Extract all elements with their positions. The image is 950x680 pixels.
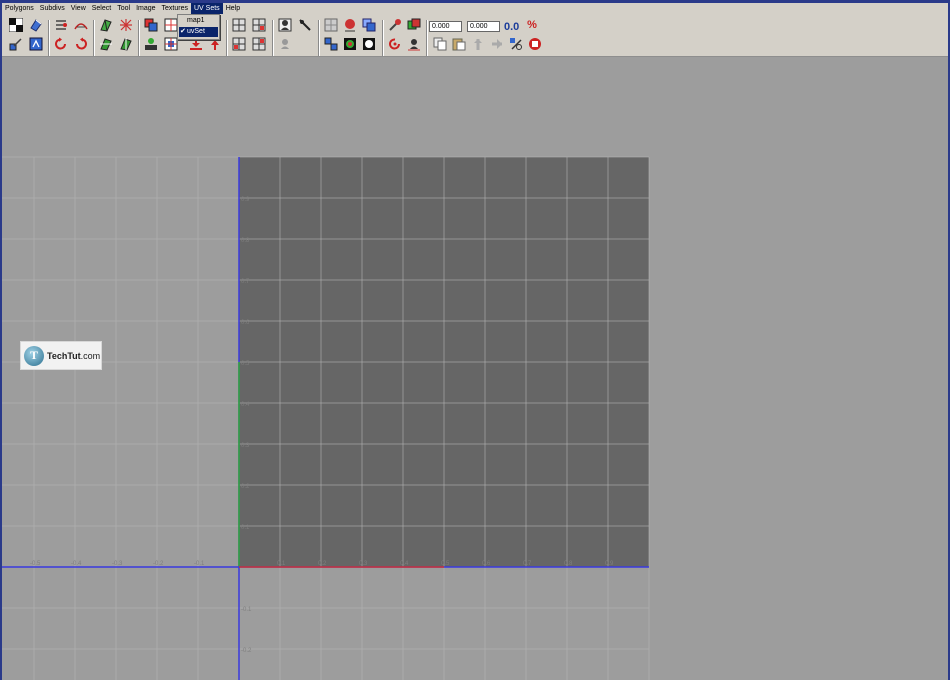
u-tick-label: -0.4 <box>71 561 82 567</box>
toolbar-separator <box>426 20 428 56</box>
layout-icon[interactable] <box>118 17 134 33</box>
grid-icon[interactable] <box>231 17 247 33</box>
cube-unfold-icon[interactable] <box>28 17 44 33</box>
paste-uv-icon[interactable] <box>451 36 467 52</box>
shade-uv-icon[interactable] <box>342 17 358 33</box>
u-tick-label: -0.3 <box>112 561 123 567</box>
u-tick-label: 0.1 <box>277 561 286 567</box>
uv-set-uvset[interactable]: ✔ uvSet <box>179 27 218 37</box>
u-tick-label: -0.1 <box>194 561 205 567</box>
copy-uv-set-icon[interactable] <box>406 17 422 33</box>
check-icon: ✔ <box>180 28 186 35</box>
toolbar-separator <box>318 20 320 56</box>
menu-polygons[interactable]: Polygons <box>2 3 37 14</box>
u-tick-label: 0.5 <box>441 561 450 567</box>
u-tick-label: 0.6 <box>482 561 491 567</box>
toolbar-separator <box>382 20 384 56</box>
u-tick-label: 0.2 <box>318 561 327 567</box>
u-tick-label: 0.7 <box>523 561 532 567</box>
v-tick-label: 0.9 <box>241 197 250 203</box>
techtut-watermark: T TechTut.com <box>20 341 102 370</box>
uv-set-map1[interactable]: map1 <box>179 16 218 26</box>
v-tick-label: 0.5 <box>241 361 250 367</box>
v-tick-label: 0.1 <box>241 525 250 531</box>
u-tick-label: 0.4 <box>400 561 409 567</box>
percent-icon[interactable]: % <box>524 17 540 33</box>
uv-editor-viewport[interactable]: 0.1 0.2 0.3 0.4 0.5 0.6 0.7 0.8 0.9 -0.5 -0.4 -0.3 -… <box>2 57 948 680</box>
toolbar-separator <box>48 20 50 56</box>
uv-image-icon[interactable] <box>28 36 44 52</box>
checker-icon[interactable] <box>8 17 24 33</box>
u-tick-label: 0.3 <box>359 561 368 567</box>
menu-help[interactable]: Help <box>223 3 243 14</box>
u-tick-label: -0.5 <box>30 561 41 567</box>
isolate-icon[interactable] <box>277 36 293 52</box>
menu-textures[interactable]: Textures <box>159 3 191 14</box>
flip-v-icon[interactable] <box>118 36 134 52</box>
v-tick-label: 0.7 <box>241 279 250 285</box>
uv-grid: 0.1 0.2 0.3 0.4 0.5 0.6 0.7 0.8 0.9 -0.5 -0.4 -0.3 -… <box>2 156 650 680</box>
display-image-icon[interactable] <box>342 36 358 52</box>
dim-image-icon[interactable] <box>323 17 339 33</box>
u-tick-label: -0.2 <box>153 561 164 567</box>
toolbar: 0.0 % <box>2 14 948 57</box>
uv-snapshot-icon[interactable] <box>73 17 89 33</box>
texture-border-icon[interactable] <box>361 17 377 33</box>
v-tick-label: -0.2 <box>241 648 252 654</box>
copy-uv-icon[interactable] <box>432 36 448 52</box>
display-alpha-icon[interactable] <box>361 36 377 52</box>
paste-v-icon[interactable] <box>489 36 505 52</box>
select-shell-icon[interactable] <box>8 36 24 52</box>
v-value-field[interactable] <box>467 21 500 32</box>
grid-snap-icon[interactable] <box>251 17 267 33</box>
toolbar-separator <box>226 20 228 56</box>
menu-select[interactable]: Select <box>89 3 114 14</box>
rotate-ccw-icon[interactable] <box>53 36 69 52</box>
user-uv-icon[interactable] <box>406 36 422 52</box>
toolbar-separator <box>93 20 95 56</box>
techtut-logo: T <box>24 345 44 366</box>
uv-shell-color-icon[interactable] <box>323 36 339 52</box>
menu-image[interactable]: Image <box>133 3 158 14</box>
v-tick-label: -0.1 <box>241 607 252 613</box>
menu-subdivs[interactable]: Subdivs <box>37 3 68 14</box>
unpin-icon[interactable] <box>297 17 313 33</box>
v-tick-label: 0.3 <box>241 443 250 449</box>
cycle-uv-icon[interactable] <box>387 36 403 52</box>
swap-uv-icon[interactable] <box>508 36 524 52</box>
toolbar-separator <box>138 20 140 56</box>
u-tick-label: 0.9 <box>605 561 614 567</box>
paste-u-icon[interactable] <box>470 36 486 52</box>
v-tick-label: 0.4 <box>241 402 250 408</box>
techtut-brand: TechTut.com <box>47 350 101 361</box>
v-tick-label: 0.2 <box>241 484 250 490</box>
v-tick-label: 0.6 <box>241 320 250 326</box>
menu-view[interactable]: View <box>68 3 89 14</box>
uv-sets-dropdown: map1 ✔ uvSet <box>177 14 220 40</box>
unfold-icon[interactable] <box>98 17 114 33</box>
transfer-uv-icon[interactable] <box>387 17 403 33</box>
rotate-cw-icon[interactable] <box>73 36 89 52</box>
v-tick-label: 0.8 <box>241 238 250 244</box>
menu-bar: Polygons Subdivs View Select Tool Image … <box>2 3 948 14</box>
u-value-field[interactable] <box>429 21 462 32</box>
menu-tool[interactable]: Tool <box>114 3 133 14</box>
menu-uv-sets[interactable]: UV Sets <box>191 3 223 14</box>
grid-layout-icon[interactable] <box>231 36 247 52</box>
flip-u-icon[interactable] <box>98 36 114 52</box>
toolbar-separator <box>272 20 274 56</box>
uv-lattice-icon[interactable] <box>527 36 543 52</box>
u-tick-label: 0.8 <box>564 561 573 567</box>
zero-uv-label[interactable]: 0.0 <box>504 21 519 33</box>
move-uv-icon[interactable] <box>143 36 159 52</box>
align-icon[interactable] <box>53 17 69 33</box>
cut-uv-icon[interactable] <box>143 17 159 33</box>
grid-pixel-icon[interactable] <box>251 36 267 52</box>
pin-icon[interactable] <box>277 17 293 33</box>
